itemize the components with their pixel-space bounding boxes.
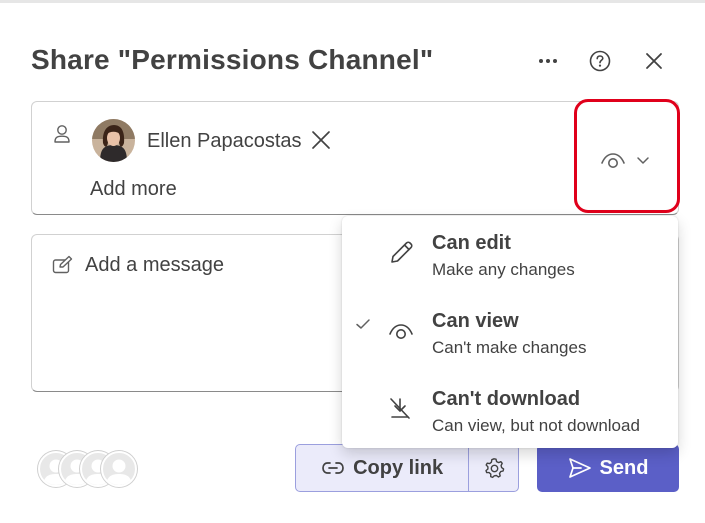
message-placeholder: Add a message: [85, 254, 224, 276]
menu-item-title: Can edit: [432, 232, 511, 254]
menu-item-can-view[interactable]: Can view Can't make changes: [342, 294, 678, 372]
menu-item-description: Can't make changes: [432, 338, 587, 357]
menu-item-cant-download[interactable]: Can't download Can view, but not downloa…: [342, 372, 678, 450]
chevron-down-icon: [637, 157, 649, 164]
permission-dropdown-button[interactable]: [598, 146, 668, 174]
permissions-menu: Can edit Make any changes Can view Can't…: [342, 216, 678, 448]
send-icon: [568, 458, 591, 478]
recipients-field[interactable]: Ellen Papacostas Add more: [31, 101, 679, 215]
gear-icon: [484, 458, 504, 479]
add-more-input[interactable]: Add more: [90, 178, 177, 201]
compose-icon: [52, 255, 73, 274]
checkmark-icon: [356, 319, 370, 329]
close-button[interactable]: [639, 46, 669, 76]
link-settings-button[interactable]: [469, 445, 518, 491]
more-horizontal-icon: [539, 59, 557, 63]
dialog-title: Share "Permissions Channel": [31, 44, 434, 75]
recipient-avatar: [92, 119, 135, 162]
eye-icon: [389, 324, 413, 339]
person-icon: [54, 125, 70, 143]
remove-recipient-button[interactable]: [310, 129, 332, 151]
menu-item-description: Make any changes: [432, 260, 575, 279]
recipient-name: Ellen Papacostas: [147, 130, 302, 152]
pencil-icon: [391, 241, 413, 263]
top-border: [0, 0, 705, 3]
menu-item-can-edit[interactable]: Can edit Make any changes: [342, 216, 678, 294]
copy-link-button[interactable]: Copy link: [296, 445, 470, 491]
dismiss-icon: [312, 131, 330, 149]
more-options-button[interactable]: [533, 46, 563, 76]
send-label: Send: [599, 456, 649, 479]
menu-item-description: Can view, but not download: [432, 416, 640, 435]
send-button[interactable]: Send: [537, 444, 679, 492]
eye-icon: [601, 153, 625, 168]
copy-link-group: Copy link: [295, 444, 519, 492]
link-icon: [322, 462, 344, 474]
avatar: [101, 451, 137, 487]
no-download-icon: [390, 398, 410, 419]
close-icon: [646, 53, 662, 69]
menu-item-title: Can't download: [432, 388, 581, 410]
copy-link-label: Copy link: [353, 456, 444, 479]
menu-item-title: Can view: [432, 310, 519, 332]
help-button[interactable]: [585, 46, 615, 76]
help-circle-icon: [589, 50, 611, 72]
shared-with-avatars[interactable]: [38, 451, 138, 487]
